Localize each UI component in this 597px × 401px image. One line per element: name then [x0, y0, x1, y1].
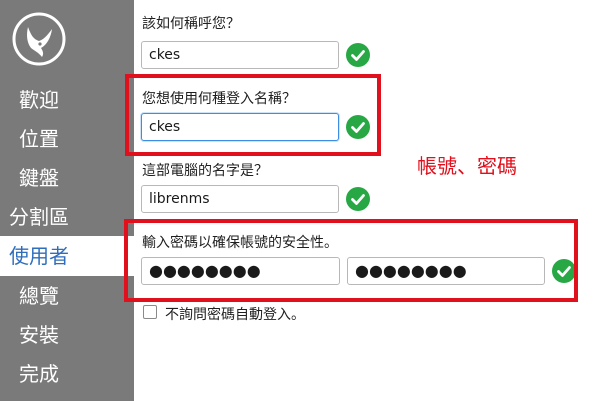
- annotation-box-username: [125, 74, 381, 156]
- sidebar: 歡迎 位置 鍵盤 分割區 使用者 總覽 安裝 完成: [0, 0, 134, 401]
- sidebar-item-keyboard[interactable]: 鍵盤: [0, 158, 134, 198]
- autologin-checkbox[interactable]: [143, 305, 157, 319]
- hostname-label: 這部電腦的名字是？: [142, 163, 268, 179]
- fullname-label: 該如何稱呼您？: [142, 16, 240, 32]
- sidebar-item-partitions[interactable]: 分割區: [0, 197, 134, 237]
- autologin-label[interactable]: 不詢問密碼自動登入。: [165, 304, 305, 324]
- fullname-field[interactable]: ckes: [141, 41, 339, 69]
- sidebar-item-users[interactable]: 使用者: [0, 236, 134, 276]
- sidebar-item-location[interactable]: 位置: [0, 119, 134, 159]
- green-check-icon: [346, 43, 370, 67]
- sidebar-item-install[interactable]: 安裝: [0, 315, 134, 355]
- hostname-field[interactable]: librenms: [141, 185, 339, 213]
- distro-logo-icon: [12, 12, 66, 66]
- annotation-box-password: [124, 219, 578, 302]
- sidebar-item-welcome[interactable]: 歡迎: [0, 80, 134, 120]
- users-page: 該如何稱呼您？ ckes 您想使用何種登入名稱？ ckes 這部電腦的名字是？ …: [124, 0, 597, 401]
- sidebar-item-finish[interactable]: 完成: [0, 354, 134, 394]
- green-check-icon: [346, 187, 370, 211]
- sidebar-item-summary[interactable]: 總覽: [0, 276, 134, 316]
- annotation-text: 帳號、密碼: [417, 154, 517, 178]
